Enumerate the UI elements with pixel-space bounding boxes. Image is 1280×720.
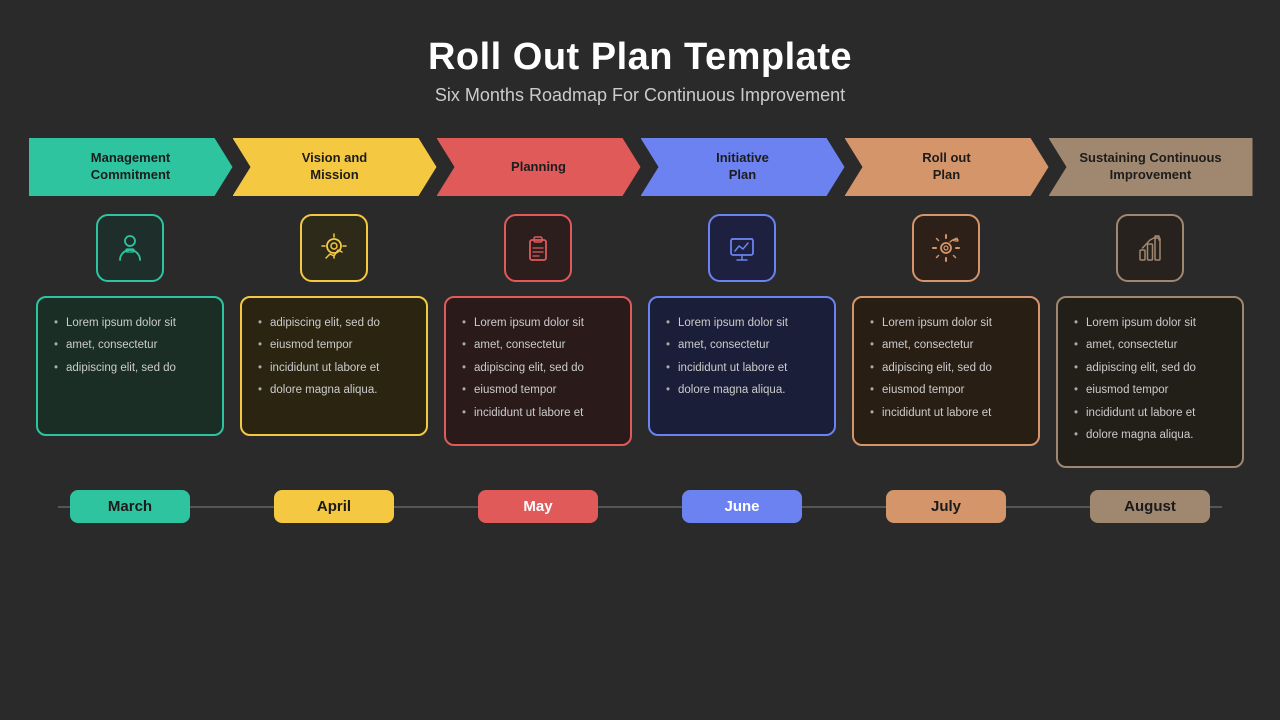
list-item: Lorem ipsum dolor sit [664,314,820,332]
list-item: adipiscing elit, sed do [52,359,208,377]
list-item: eiusmod tempor [1072,381,1228,399]
list-item: amet, consectetur [1072,336,1228,354]
growth-chart-icon [1132,230,1168,266]
content-management: Lorem ipsum dolor sit amet, consectetur … [36,296,224,436]
clipboard-icon [520,230,556,266]
list-item: adipiscing elit, sed do [1072,359,1228,377]
list-item: amet, consectetur [52,336,208,354]
list-item: eiusmod tempor [460,381,616,399]
header-vision: Vision andMission [233,138,437,196]
list-item: dolore magna aliqua. [1072,426,1228,444]
page-title: Roll Out Plan Template [0,36,1280,79]
list-item: incididunt ut labore et [256,359,412,377]
icon-box-sustaining [1116,214,1184,282]
list-item: incididunt ut labore et [868,404,1024,422]
header-sustaining-label: Sustaining ContinuousImprovement [1057,150,1243,184]
header-rollout-label: Roll outPlan [900,150,992,184]
header-initiative: InitiativePlan [641,138,845,196]
month-march: March [70,490,190,523]
content-rollout: Lorem ipsum dolor sit amet, consectetur … [852,296,1040,446]
header-vision-label: Vision andMission [280,150,390,184]
list-item: amet, consectetur [664,336,820,354]
column-rollout: Roll outPlan Lorem ipsum dolor sit amet,… [844,138,1048,446]
header-rollout: Roll outPlan [845,138,1049,196]
list-item: incididunt ut labore et [460,404,616,422]
header-planning-label: Planning [489,159,588,176]
month-august: August [1090,490,1210,523]
list-item: adipiscing elit, sed do [256,314,412,332]
month-april: April [274,490,394,523]
icon-box-initiative [708,214,776,282]
icon-box-planning [504,214,572,282]
list-item: Lorem ipsum dolor sit [1072,314,1228,332]
header-management-label: ManagementCommitment [69,150,192,184]
header-initiative-label: InitiativePlan [694,150,791,184]
list-item: eiusmod tempor [868,381,1024,399]
list-item: dolore magna aliqua. [664,381,820,399]
page-header: Roll Out Plan Template Six Months Roadma… [0,0,1280,106]
content-vision: adipiscing elit, sed do eiusmod tempor i… [240,296,428,436]
list-item: amet, consectetur [460,336,616,354]
list-item: Lorem ipsum dolor sit [460,314,616,332]
icon-box-rollout [912,214,980,282]
list-item: adipiscing elit, sed do [460,359,616,377]
icon-box-management [96,214,164,282]
month-july: July [886,490,1006,523]
month-june: June [682,490,802,523]
month-may: May [478,490,598,523]
icon-box-vision [300,214,368,282]
presentation-icon [724,230,760,266]
list-item: Lorem ipsum dolor sit [868,314,1024,332]
column-planning: Planning Lorem ipsum dolor sit amet, con… [436,138,640,446]
list-item: incididunt ut labore et [1072,404,1228,422]
column-initiative: InitiativePlan Lorem ipsum dolor sit ame… [640,138,844,436]
column-sustaining: Sustaining ContinuousImprovement Lorem i… [1048,138,1252,468]
column-vision: Vision andMission adipiscing elit, sed d… [232,138,436,436]
column-management: ManagementCommitment Lorem ipsum dolor s… [28,138,232,436]
list-item: incididunt ut labore et [664,359,820,377]
content-sustaining: Lorem ipsum dolor sit amet, consectetur … [1056,296,1244,468]
list-item: Lorem ipsum dolor sit [52,314,208,332]
content-initiative: Lorem ipsum dolor sit amet, consectetur … [648,296,836,436]
gear-arrows-icon [928,230,964,266]
header-management: ManagementCommitment [29,138,233,196]
header-planning: Planning [437,138,641,196]
page-subtitle: Six Months Roadmap For Continuous Improv… [0,85,1280,106]
timeline-columns: ManagementCommitment Lorem ipsum dolor s… [0,138,1280,468]
list-item: dolore magna aliqua. [256,381,412,399]
timeline-bar: March April May June July August [28,490,1252,523]
header-sustaining: Sustaining ContinuousImprovement [1049,138,1253,196]
content-planning: Lorem ipsum dolor sit amet, consectetur … [444,296,632,446]
list-item: eiusmod tempor [256,336,412,354]
list-item: amet, consectetur [868,336,1024,354]
person-icon [112,230,148,266]
list-item: adipiscing elit, sed do [868,359,1024,377]
month-labels: March April May June July August [28,490,1252,523]
target-chart-icon [316,230,352,266]
